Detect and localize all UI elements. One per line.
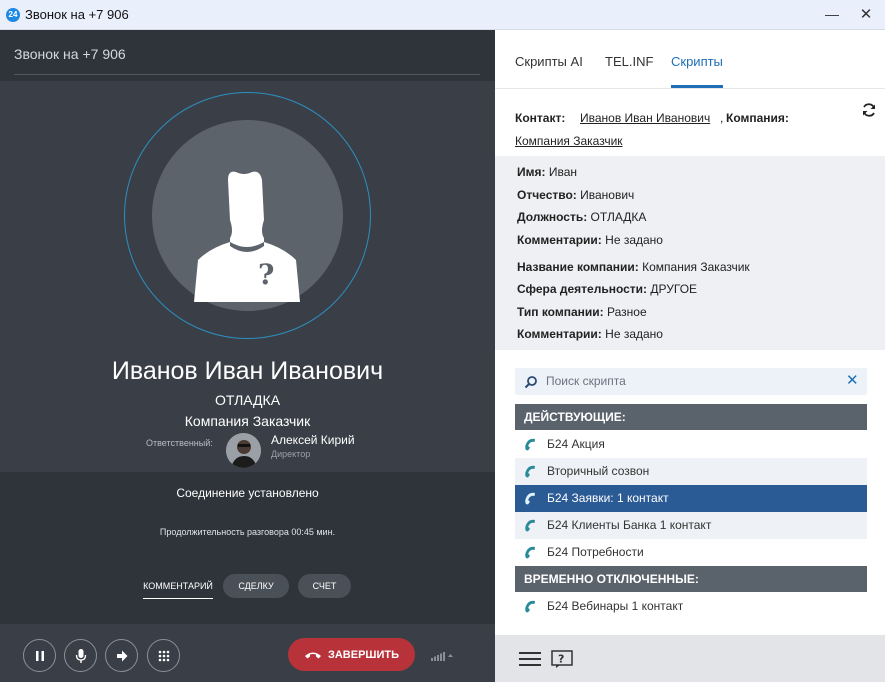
keypad-icon xyxy=(158,650,169,661)
caller-company: Компания Заказчик xyxy=(184,413,311,429)
caller-avatar: ? xyxy=(152,120,343,311)
contact-label: Контакт: xyxy=(515,111,566,125)
tab-comment[interactable]: КОММЕНТАРИЙ xyxy=(143,573,213,599)
svg-text:?: ? xyxy=(258,258,274,291)
call-duration: Продолжительность разговора 00:45 мин. xyxy=(159,527,336,537)
app-icon: 24 xyxy=(6,8,20,22)
search-placeholder: Поиск скрипта xyxy=(546,374,626,388)
panel-footer: ? xyxy=(495,635,885,682)
tab-tel-inf[interactable]: TEL.INF xyxy=(605,54,653,69)
call-pane: Звонок на +7 906 ? Иванов Иван Иванович … xyxy=(0,30,495,682)
responsible-name[interactable]: Алексей Кирий xyxy=(271,433,355,447)
menu-icon[interactable] xyxy=(519,651,541,667)
close-icon[interactable]: ✕ xyxy=(846,371,859,389)
info-company-type: Тип компании: Разное xyxy=(517,305,647,319)
help-icon[interactable]: ? xyxy=(551,650,573,668)
script-item[interactable]: Б24 Потребности xyxy=(515,539,867,566)
call-status-area: Соединение установлено Продолжительность… xyxy=(0,472,495,624)
contact-link[interactable]: Иванов Иван Иванович xyxy=(580,111,710,125)
divider xyxy=(14,74,480,75)
section-disabled: ВРЕМЕННО ОТКЛЮЧЕННЫЕ: xyxy=(515,566,867,592)
window-titlebar: 24 Звонок на +7 906 — ✕ xyxy=(0,0,885,30)
tab-deal[interactable]: СДЕЛКУ xyxy=(223,574,289,598)
keypad-button[interactable] xyxy=(147,639,180,672)
info-industry: Сфера деятельности: ДРУГОЕ xyxy=(517,282,698,296)
phone-icon xyxy=(525,465,535,478)
phone-icon xyxy=(525,546,535,559)
info-first-name: Имя: Иван xyxy=(517,165,578,179)
phone-icon xyxy=(525,519,535,532)
pause-icon xyxy=(35,650,44,661)
close-window-button[interactable]: ✕ xyxy=(852,4,880,26)
end-call-button[interactable]: ЗАВЕРШИТЬ xyxy=(288,638,415,671)
script-item[interactable]: Б24 Клиенты Банка 1 контакт xyxy=(515,512,867,539)
end-call-label: ЗАВЕРШИТЬ xyxy=(327,648,400,661)
phone-icon xyxy=(525,492,535,505)
connection-status: Соединение установлено xyxy=(176,486,319,500)
info-patronymic: Отчество: Иванович xyxy=(517,188,635,202)
script-item[interactable]: Вторичный созвон xyxy=(515,458,867,485)
section-active: ДЕЙСТВУЮЩИЕ: xyxy=(515,404,867,430)
responsible-label: Ответственный: xyxy=(146,438,213,448)
phone-icon xyxy=(525,438,535,451)
phone-icon xyxy=(525,600,535,613)
refresh-icon[interactable] xyxy=(861,102,877,118)
company-link[interactable]: Компания Заказчик xyxy=(515,134,623,148)
search-input[interactable]: Поиск скрипта ✕ xyxy=(515,368,867,395)
phone-hangup-icon xyxy=(304,652,321,658)
contact-box: Контакт: Иванов Иван Иванович , Компания… xyxy=(495,88,885,156)
transfer-button[interactable] xyxy=(105,639,138,672)
person-silhouette-icon: ? xyxy=(194,171,300,302)
contact-info: Имя: Иван Отчество: Иванович Должность: … xyxy=(495,156,885,350)
signal-icon xyxy=(431,652,453,661)
company-label: Компания: xyxy=(726,111,789,125)
caller-post: ОТЛАДКА xyxy=(214,392,281,408)
search-icon xyxy=(524,376,537,389)
script-item[interactable]: Б24 Акция xyxy=(515,431,867,458)
info-company-comments: Комментарии: Не задано xyxy=(517,327,663,341)
script-item-selected[interactable]: Б24 Заявки: 1 контакт xyxy=(515,485,867,512)
microphone-icon xyxy=(75,648,86,663)
scripts-panel: Скрипты AI TEL.INF Скрипты Контакт: Иван… xyxy=(495,30,885,682)
minimize-button[interactable]: — xyxy=(818,4,846,26)
info-company-name: Название компании: Компания Заказчик xyxy=(517,260,750,274)
tab-scripts-ai[interactable]: Скрипты AI xyxy=(515,54,583,69)
hold-button[interactable] xyxy=(23,639,56,672)
tab-scripts[interactable]: Скрипты xyxy=(671,54,723,69)
script-item[interactable]: Б24 Вебинары 1 контакт xyxy=(515,593,867,620)
panel-tabs: Скрипты AI TEL.INF Скрипты xyxy=(495,30,885,88)
responsible-avatar[interactable] xyxy=(226,433,261,468)
info-position: Должность: ОТЛАДКА xyxy=(517,210,647,224)
tab-invoice[interactable]: СЧЕТ xyxy=(298,574,351,598)
window-title: Звонок на +7 906 xyxy=(25,7,129,22)
responsible-role: Директор xyxy=(271,449,311,459)
caller-name: Иванов Иван Иванович xyxy=(111,357,384,385)
info-contact-comments: Комментарии: Не задано xyxy=(517,233,663,247)
contact-name[interactable]: Иванов Иван Иванович xyxy=(580,111,710,125)
mute-button[interactable] xyxy=(64,639,97,672)
person-photo-icon xyxy=(226,433,261,468)
comma: , xyxy=(720,111,724,125)
call-controls: ЗАВЕРШИТЬ xyxy=(0,624,495,682)
call-header-title: Звонок на +7 906 xyxy=(14,46,126,62)
call-header: Звонок на +7 906 xyxy=(0,30,495,81)
svg-text:?: ? xyxy=(558,653,564,666)
transfer-icon xyxy=(116,650,127,661)
